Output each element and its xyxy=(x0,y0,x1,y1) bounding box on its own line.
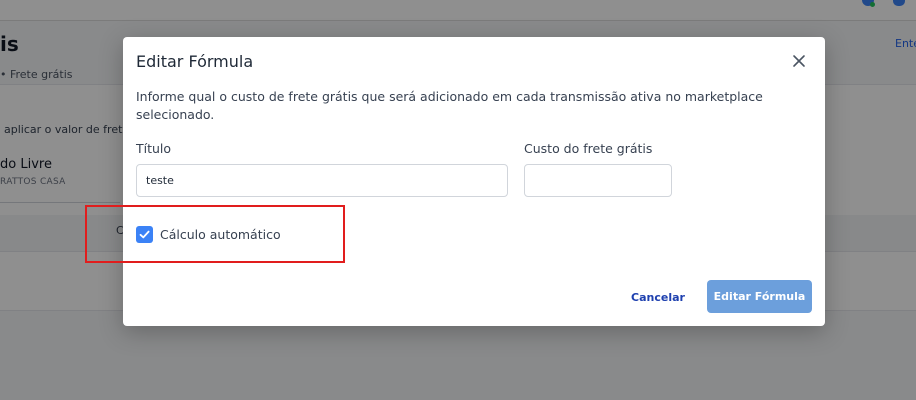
edit-formula-dialog: Editar Fórmula Informe qual o custo de f… xyxy=(123,37,825,326)
auto-calc-checkbox-row[interactable]: Cálculo automático xyxy=(136,224,281,244)
auto-calc-checkbox[interactable] xyxy=(136,225,153,243)
close-icon xyxy=(793,55,805,67)
edit-formula-button[interactable]: Editar Fórmula xyxy=(707,280,812,313)
dialog-description: Informe qual o custo de frete grátis que… xyxy=(136,89,763,122)
cost-field-label: Custo do frete grátis xyxy=(524,141,653,156)
title-field-label: Título xyxy=(136,141,172,156)
cancel-button[interactable]: Cancelar xyxy=(629,286,687,308)
checkmark-icon xyxy=(139,230,150,238)
dialog-title: Editar Fórmula xyxy=(136,52,254,71)
close-button[interactable] xyxy=(789,51,809,71)
free-shipping-cost-input[interactable] xyxy=(524,164,672,197)
auto-calc-label: Cálculo automático xyxy=(160,226,281,242)
title-input[interactable] xyxy=(136,164,508,197)
